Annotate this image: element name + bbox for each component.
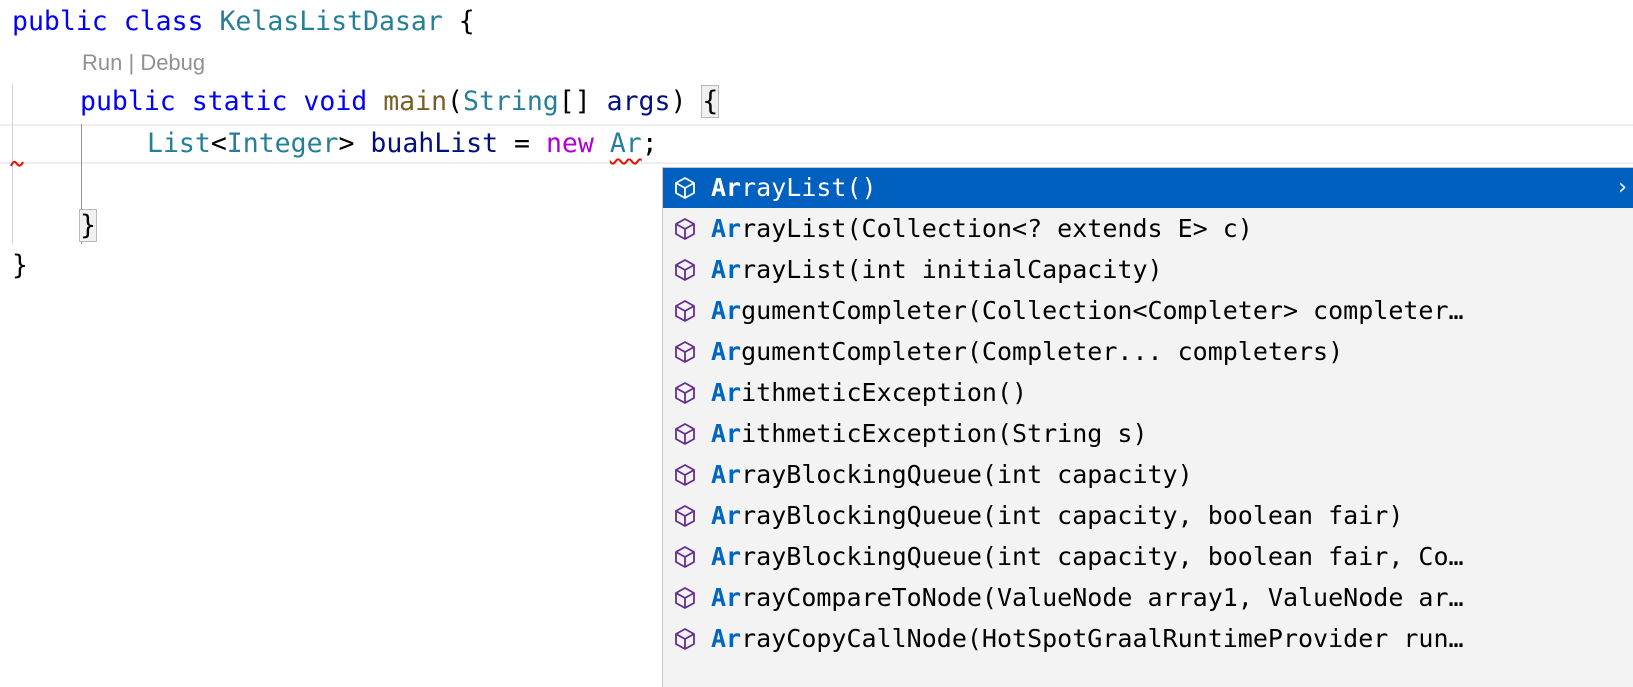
suggestion-match: Ar (711, 583, 742, 612)
type-list: List (147, 128, 211, 159)
codelens-debug-link[interactable]: Debug (140, 50, 205, 75)
codelens-run-link[interactable]: Run (82, 50, 122, 75)
assign-operator: = (514, 128, 530, 159)
method-name: main (383, 86, 448, 117)
suggestion-item[interactable]: ArrayBlockingQueue(int capacity, boolean… (663, 495, 1633, 536)
suggestion-item[interactable]: ArrayCopyCallNode(HotSpotGraalRuntimePro… (663, 618, 1633, 659)
suggestion-label: gumentCompleter(Collection<Completer> co… (741, 296, 1464, 325)
constructor-cube-icon (675, 423, 695, 445)
close-paren: ) (670, 86, 687, 117)
constructor-cube-icon (675, 341, 695, 363)
generic-close: > (338, 128, 355, 159)
constructor-cube-icon (675, 587, 695, 609)
suggestion-item[interactable]: ArgumentCompleter(Completer... completer… (663, 331, 1633, 372)
suggestion-item[interactable]: ArrayBlockingQueue(int capacity, boolean… (663, 536, 1633, 577)
typed-identifier-error: Ar (609, 128, 642, 159)
codelens-separator: | (122, 50, 141, 75)
error-marker-icon (10, 160, 24, 167)
keyword-public: public (12, 6, 108, 37)
suggestion-item[interactable]: ArgumentCompleter(Collection<Completer> … (663, 290, 1633, 331)
code-line-7[interactable]: } (12, 246, 28, 286)
code-line-3[interactable]: public static void main(String[] args) { (80, 82, 720, 122)
suggestion-match: Ar (711, 255, 742, 284)
keyword-public: public (80, 86, 176, 117)
suggestion-match: Ar (711, 501, 742, 530)
suggestion-label: rayList(Collection<? extends E> c) (741, 214, 1253, 243)
constructor-cube-icon (675, 546, 695, 568)
code-line-1[interactable]: public class KelasListDasar { (12, 2, 475, 42)
keyword-new: new (545, 128, 594, 159)
constructor-cube-icon (675, 259, 695, 281)
method-open-brace: { (701, 85, 720, 118)
open-brace: { (458, 6, 475, 37)
suggestion-item[interactable]: ArithmeticException() (663, 372, 1633, 413)
suggestion-item[interactable]: ArrayList(int initialCapacity) (663, 249, 1633, 290)
method-close-brace: } (79, 209, 97, 242)
suggestion-label: rayList() (741, 173, 877, 202)
variable-name: buahList (370, 128, 499, 159)
suggestion-item[interactable]: ArrayList() › (663, 168, 1633, 208)
array-brackets: [] (558, 86, 591, 117)
suggestion-item[interactable]: ArrayBlockingQueue(int capacity) (663, 454, 1633, 495)
type-integer: Integer (226, 128, 339, 159)
suggestion-match: Ar (711, 542, 742, 571)
constructor-cube-icon (675, 382, 695, 404)
suggestion-widget[interactable]: ArrayList() › ArrayList(Collection<? exten… (662, 167, 1633, 687)
suggestion-label: rayCopyCallNode(HotSpotGraalRuntimeProvi… (741, 624, 1464, 653)
constructor-cube-icon (675, 300, 695, 322)
suggestion-label: ithmeticException() (741, 378, 1028, 407)
suggestion-label: rayBlockingQueue(int capacity) (741, 460, 1193, 489)
read-more-chevron-icon[interactable]: › (1618, 168, 1627, 208)
constructor-cube-icon (675, 464, 695, 486)
suggestion-label: rayBlockingQueue(int capacity, boolean f… (741, 542, 1464, 571)
suggestion-item[interactable]: ArithmeticException(String s) (663, 413, 1633, 454)
suggestion-match: Ar (711, 337, 742, 366)
suggestion-item[interactable]: ArrayList(Collection<? extends E> c) (663, 208, 1633, 249)
suggestion-match: Ar (711, 296, 742, 325)
keyword-class: class (123, 6, 204, 37)
suggestion-match: Ar (711, 378, 742, 407)
keyword-static: static (191, 86, 288, 117)
suggestion-label: ithmeticException(String s) (741, 419, 1148, 448)
suggestion-item[interactable]: ArrayCompareToNode(ValueNode array1, Val… (663, 577, 1633, 618)
suggestion-label: rayBlockingQueue(int capacity, boolean f… (741, 501, 1404, 530)
class-name: KelasListDasar (219, 6, 443, 37)
suggestion-match: Ar (711, 419, 742, 448)
constructor-cube-icon (675, 177, 695, 199)
constructor-cube-icon (675, 218, 695, 240)
constructor-cube-icon (675, 628, 695, 650)
codelens: Run | Debug (82, 48, 205, 78)
suggestion-match: Ar (711, 624, 742, 653)
code-line-4[interactable]: List<Integer> buahList = new Ar; (147, 124, 658, 164)
suggestion-label: rayList(int initialCapacity) (741, 255, 1163, 284)
suggestion-label: rayCompareToNode(ValueNode array1, Value… (741, 583, 1464, 612)
suggestion-match: Ar (711, 214, 742, 243)
generic-open: < (210, 128, 227, 159)
class-close-brace: } (12, 250, 28, 281)
code-editor[interactable]: public class KelasListDasar { Run | Debu… (0, 0, 1633, 687)
keyword-void: void (303, 86, 368, 117)
semicolon: ; (641, 128, 658, 159)
open-paren: ( (447, 86, 463, 117)
code-line-6[interactable]: } (79, 206, 97, 246)
param-name: args (606, 86, 671, 117)
suggestion-match: Ar (711, 173, 742, 202)
suggestion-match: Ar (711, 460, 742, 489)
param-type: String (463, 86, 559, 117)
constructor-cube-icon (675, 505, 695, 527)
suggestion-label: gumentCompleter(Completer... completers) (741, 337, 1344, 366)
